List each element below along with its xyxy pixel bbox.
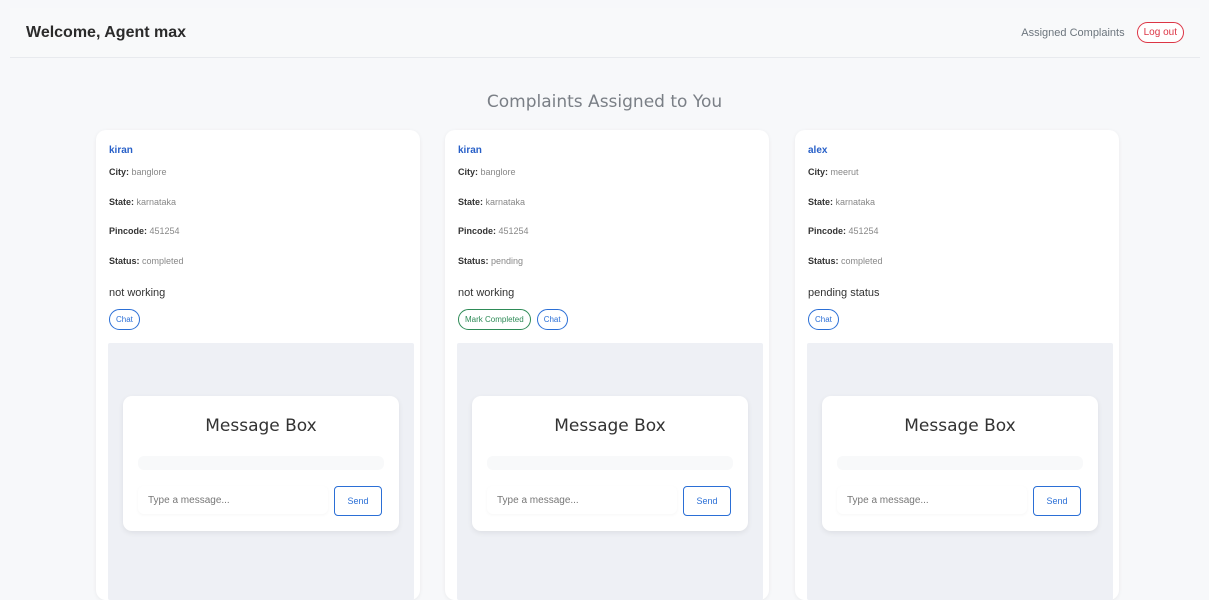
message-box-title: Message Box xyxy=(554,416,666,436)
state-label: State: xyxy=(109,197,135,207)
status-label: Status: xyxy=(458,256,489,266)
state-value: karnataka xyxy=(485,197,526,207)
card-actions: Mark Completed Chat xyxy=(458,309,568,330)
state-label: State: xyxy=(458,197,484,207)
city-field: City: meerut xyxy=(808,167,859,177)
status-label: Status: xyxy=(808,256,839,266)
chat-area: Message Box Send xyxy=(457,343,763,600)
status-field: Status: pending xyxy=(458,256,523,266)
state-value: karnataka xyxy=(835,197,876,207)
pincode-field: Pincode: 451254 xyxy=(808,226,879,236)
status-label: Status: xyxy=(109,256,140,266)
pincode-label: Pincode: xyxy=(458,226,497,236)
status-value: completed xyxy=(142,256,184,266)
complaint-description: pending status xyxy=(808,287,880,299)
status-value: pending xyxy=(491,256,524,266)
complaint-card: alex City: meerut State: karnataka Pinco… xyxy=(795,130,1119,600)
pincode-value: 451254 xyxy=(149,226,180,236)
assigned-complaints-link[interactable]: Assigned Complaints xyxy=(1021,27,1124,39)
complaint-name: alex xyxy=(808,145,828,156)
pincode-value: 451254 xyxy=(498,226,529,236)
send-button[interactable]: Send xyxy=(1033,486,1081,516)
logout-button[interactable]: Log out xyxy=(1136,22,1184,43)
welcome-title: Welcome, Agent max xyxy=(26,23,187,41)
message-list xyxy=(138,456,384,470)
message-input[interactable] xyxy=(487,486,677,514)
nav-right: Assigned Complaints Log out xyxy=(1021,22,1184,43)
city-label: City: xyxy=(808,167,828,177)
pincode-value: 451254 xyxy=(848,226,879,236)
city-value: meerut xyxy=(830,167,859,177)
complaint-name: kiran xyxy=(109,145,133,156)
mark-completed-button[interactable]: Mark Completed xyxy=(458,309,531,330)
city-field: City: banglore xyxy=(458,167,516,177)
page-title: Complaints Assigned to You xyxy=(486,92,723,112)
complaint-description: not working xyxy=(109,287,166,299)
city-value: banglore xyxy=(131,167,167,177)
message-list xyxy=(487,456,733,470)
status-value: completed xyxy=(841,256,883,266)
complaint-name: kiran xyxy=(458,145,482,156)
city-value: banglore xyxy=(480,167,516,177)
message-box-title: Message Box xyxy=(205,416,317,436)
pincode-label: Pincode: xyxy=(808,226,847,236)
state-value: karnataka xyxy=(136,197,177,207)
card-actions: Chat xyxy=(109,309,140,330)
state-label: State: xyxy=(808,197,834,207)
state-field: State: karnataka xyxy=(808,197,875,207)
pincode-field: Pincode: 451254 xyxy=(109,226,180,236)
state-field: State: karnataka xyxy=(458,197,525,207)
complaint-card: kiran City: banglore State: karnataka Pi… xyxy=(96,130,420,600)
chat-button[interactable]: Chat xyxy=(109,309,140,330)
send-button[interactable]: Send xyxy=(334,486,382,516)
city-field: City: banglore xyxy=(109,167,167,177)
city-label: City: xyxy=(109,167,129,177)
message-box-title: Message Box xyxy=(904,416,1016,436)
status-field: Status: completed xyxy=(109,256,184,266)
city-label: City: xyxy=(458,167,478,177)
message-input[interactable] xyxy=(138,486,328,514)
message-list xyxy=(837,456,1083,470)
state-field: State: karnataka xyxy=(109,197,176,207)
message-box: Message Box Send xyxy=(123,396,399,531)
message-input[interactable] xyxy=(837,486,1027,514)
message-box: Message Box Send xyxy=(822,396,1098,531)
send-button[interactable]: Send xyxy=(683,486,731,516)
pincode-field: Pincode: 451254 xyxy=(458,226,529,236)
pincode-label: Pincode: xyxy=(109,226,148,236)
complaint-description: not working xyxy=(458,287,515,299)
message-box: Message Box Send xyxy=(472,396,748,531)
chat-button[interactable]: Chat xyxy=(536,309,568,330)
top-navbar: Welcome, Agent max Assigned Complaints L… xyxy=(10,8,1200,58)
card-actions: Chat xyxy=(808,309,839,330)
complaint-card: kiran City: banglore State: karnataka Pi… xyxy=(445,130,769,600)
chat-area: Message Box Send xyxy=(108,343,414,600)
chat-area: Message Box Send xyxy=(807,343,1113,600)
status-field: Status: completed xyxy=(808,256,883,266)
chat-button[interactable]: Chat xyxy=(808,309,839,330)
